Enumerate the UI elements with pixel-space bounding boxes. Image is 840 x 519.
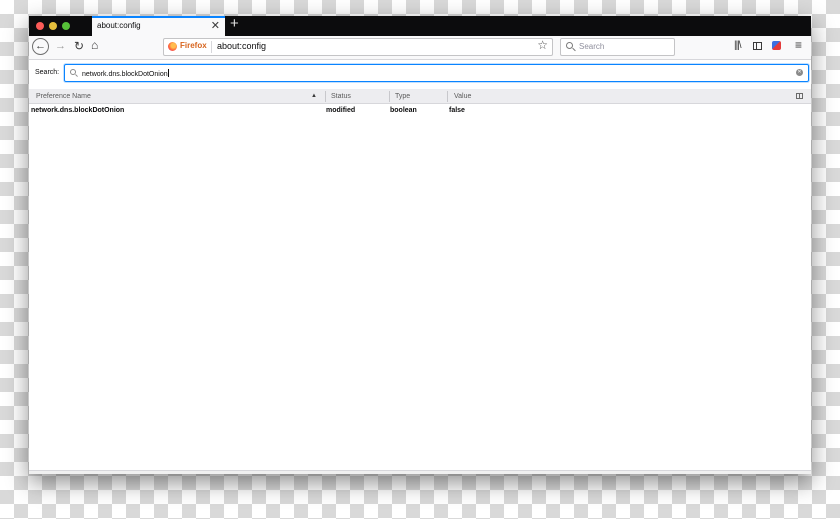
column-separator[interactable] bbox=[325, 91, 326, 102]
column-separator[interactable] bbox=[447, 91, 448, 102]
column-type[interactable]: Type bbox=[395, 89, 410, 104]
back-arrow-icon[interactable]: ← bbox=[32, 38, 49, 55]
column-separator[interactable] bbox=[389, 91, 390, 102]
status-strip bbox=[29, 470, 811, 474]
pref-type-cell: boolean bbox=[390, 107, 417, 114]
about-config-page: Search: network.dns.blockDotOnion ✕ Pref… bbox=[29, 60, 811, 474]
navigation-toolbar: ← → ↻ ⌂ Firefox about:config ☆ Search ||… bbox=[29, 36, 811, 60]
tab-bar: about:config ✕ + bbox=[29, 16, 811, 36]
search-bar[interactable]: Search bbox=[560, 38, 675, 56]
extension-icon[interactable] bbox=[772, 41, 781, 50]
browser-window: about:config ✕ + ← → ↻ ⌂ Firefox about:c… bbox=[29, 16, 811, 474]
pref-value-cell: false bbox=[449, 107, 465, 114]
filter-row: Search: network.dns.blockDotOnion ✕ bbox=[29, 60, 811, 86]
star-icon[interactable]: ☆ bbox=[537, 38, 548, 52]
zoom-window-button[interactable] bbox=[62, 22, 70, 30]
hamburger-menu-icon[interactable]: ≡ bbox=[795, 38, 802, 52]
table-header: Preference Name ▲ Status Type Value bbox=[29, 89, 811, 104]
filter-magnifier-icon bbox=[70, 69, 76, 75]
table-row[interactable]: network.dns.blockDotOnion modified boole… bbox=[29, 106, 811, 118]
magnifier-icon bbox=[566, 42, 573, 49]
url-bar[interactable]: Firefox about:config ☆ bbox=[163, 38, 553, 56]
home-icon[interactable]: ⌂ bbox=[91, 38, 98, 52]
filter-input[interactable]: network.dns.blockDotOnion ✕ bbox=[64, 64, 809, 82]
close-window-button[interactable] bbox=[36, 22, 44, 30]
minimize-window-button[interactable] bbox=[49, 22, 57, 30]
sidebar-icon[interactable] bbox=[753, 42, 762, 50]
reload-icon[interactable]: ↻ bbox=[74, 39, 84, 53]
tab-close-icon[interactable]: ✕ bbox=[211, 19, 220, 32]
identity-label[interactable]: Firefox bbox=[180, 41, 207, 50]
pref-name-cell: network.dns.blockDotOnion bbox=[31, 107, 125, 114]
column-status[interactable]: Status bbox=[331, 89, 351, 104]
firefox-logo-icon bbox=[168, 42, 177, 51]
column-picker-icon[interactable] bbox=[796, 93, 803, 99]
clear-filter-icon[interactable]: ✕ bbox=[796, 69, 803, 76]
new-tab-icon[interactable]: + bbox=[230, 16, 239, 32]
search-placeholder: Search bbox=[579, 42, 605, 51]
forward-arrow-icon[interactable]: → bbox=[55, 40, 66, 52]
library-icon[interactable]: |||\ bbox=[734, 40, 742, 51]
tab-about-config[interactable]: about:config ✕ bbox=[92, 16, 225, 36]
text-caret bbox=[167, 69, 169, 77]
filter-label: Search: bbox=[35, 69, 60, 76]
url-text[interactable]: about:config bbox=[217, 41, 266, 51]
filter-value-wrap: network.dns.blockDotOnion bbox=[82, 69, 169, 78]
column-value[interactable]: Value bbox=[454, 89, 471, 104]
pref-status-cell: modified bbox=[326, 107, 356, 114]
tab-title: about:config bbox=[97, 21, 141, 30]
filter-value: network.dns.blockDotOnion bbox=[82, 71, 168, 78]
sort-ascending-icon[interactable]: ▲ bbox=[311, 89, 317, 104]
column-preference-name[interactable]: Preference Name bbox=[36, 89, 91, 104]
url-divider bbox=[211, 41, 212, 53]
